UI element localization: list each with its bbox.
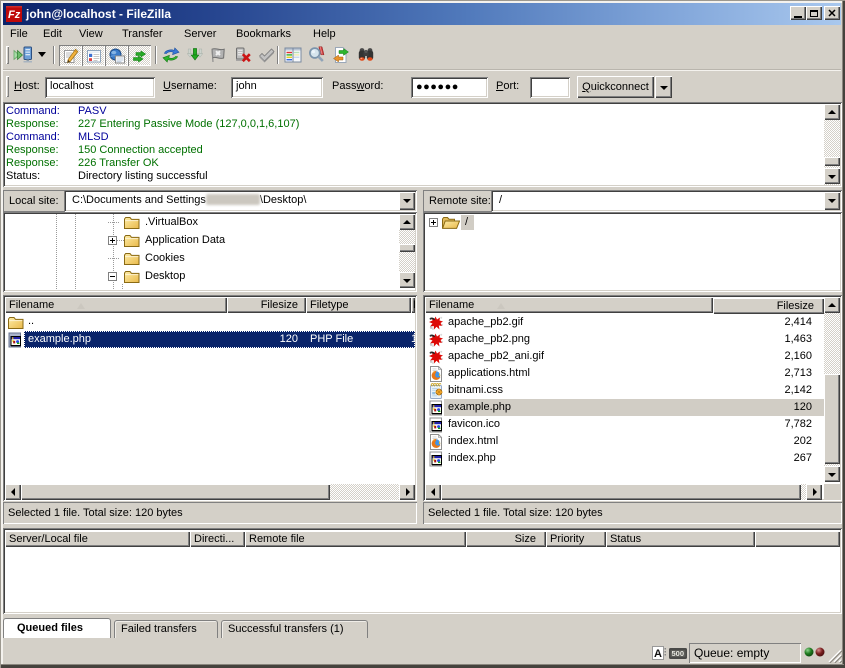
svg-text:Fz: Fz: [8, 9, 21, 21]
svg-text:A: A: [654, 648, 662, 660]
svg-text:500: 500: [672, 649, 685, 658]
